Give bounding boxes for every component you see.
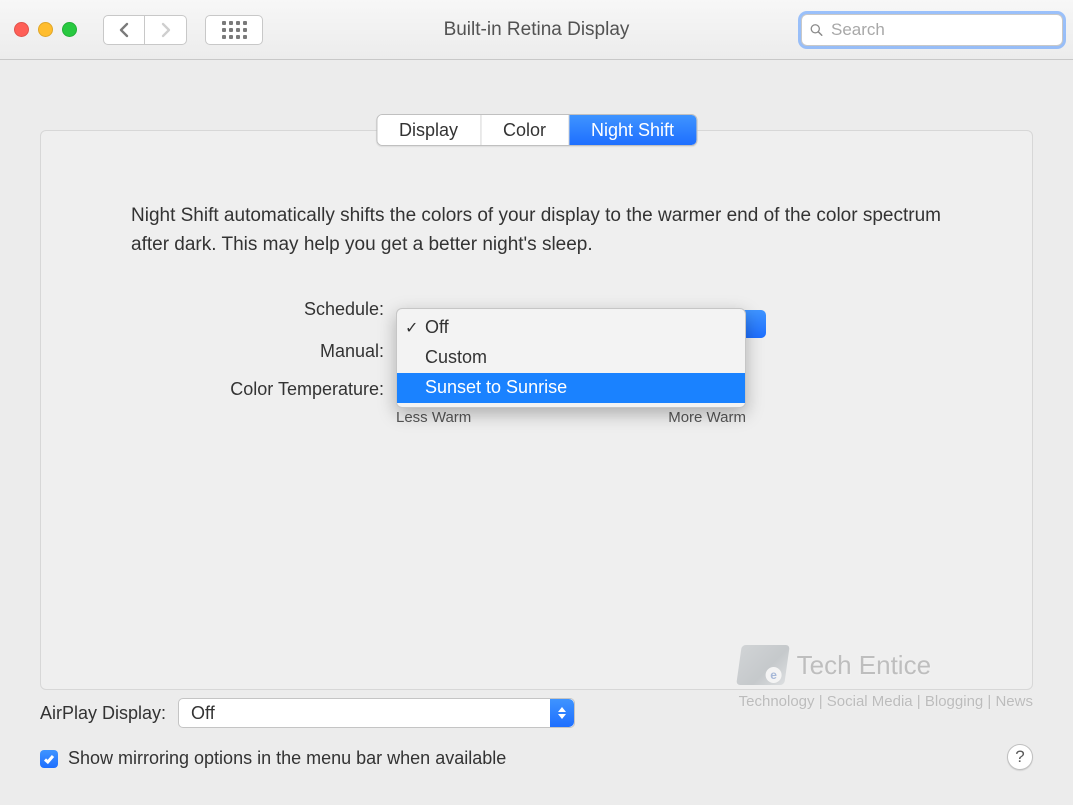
mirroring-checkbox-row: Show mirroring options in the menu bar w… <box>40 748 1033 769</box>
schedule-label: Schedule: <box>171 299 396 320</box>
menu-item-custom[interactable]: Custom <box>397 343 745 373</box>
nav-buttons <box>103 15 187 45</box>
settings-panel: Display Color Night Shift Night Shift au… <box>40 130 1033 690</box>
menu-item-sunset-sunrise[interactable]: Sunset to Sunrise <box>397 373 745 403</box>
checkmark-icon <box>43 753 55 765</box>
manual-label: Manual: <box>171 341 396 362</box>
chevron-right-icon <box>160 22 172 38</box>
mirroring-checkbox[interactable] <box>40 750 58 768</box>
airplay-select[interactable]: Off <box>178 698 575 728</box>
select-stepper-icon <box>550 699 574 727</box>
tab-display[interactable]: Display <box>377 115 481 145</box>
toolbar: Built-in Retina Display <box>0 0 1073 60</box>
chevron-left-icon <box>118 22 130 38</box>
close-window-button[interactable] <box>14 22 29 37</box>
back-button[interactable] <box>103 15 145 45</box>
forward-button[interactable] <box>145 15 187 45</box>
grid-icon <box>222 21 247 39</box>
help-icon: ? <box>1015 747 1024 767</box>
minimize-window-button[interactable] <box>38 22 53 37</box>
schedule-dropdown-menu: ✓ Off Custom Sunset to Sunrise <box>396 308 746 408</box>
color-temp-label: Color Temperature: <box>171 379 396 400</box>
show-all-button[interactable] <box>205 15 263 45</box>
zoom-window-button[interactable] <box>62 22 77 37</box>
tab-control: Display Color Night Shift <box>376 114 697 146</box>
slider-label-less: Less Warm <box>396 409 471 426</box>
form-rows: Schedule: ✓ Off Custom Sunset to Sunrise <box>171 295 891 419</box>
airplay-label: AirPlay Display: <box>40 703 166 724</box>
checkmark-icon: ✓ <box>405 318 418 338</box>
tab-night-shift[interactable]: Night Shift <box>569 115 696 145</box>
tab-color[interactable]: Color <box>481 115 569 145</box>
schedule-dropdown-stepper[interactable] <box>744 310 766 338</box>
footer: AirPlay Display: Off Show mirroring opti… <box>40 698 1033 769</box>
menu-item-label: Custom <box>425 347 487 368</box>
menu-item-label: Sunset to Sunrise <box>425 377 567 398</box>
airplay-row: AirPlay Display: Off <box>40 698 1033 728</box>
slider-label-more: More Warm <box>668 409 746 426</box>
help-button[interactable]: ? <box>1007 744 1033 770</box>
schedule-row: Schedule: ✓ Off Custom Sunset to Sunrise <box>171 295 891 325</box>
search-field[interactable] <box>801 14 1063 46</box>
menu-item-label: Off <box>425 317 449 338</box>
airplay-value: Off <box>191 703 215 724</box>
mirroring-label: Show mirroring options in the menu bar w… <box>68 748 506 769</box>
menu-item-off[interactable]: ✓ Off <box>397 313 745 343</box>
window-controls <box>14 22 77 37</box>
search-icon <box>810 22 823 38</box>
search-input[interactable] <box>829 19 1054 41</box>
night-shift-description: Night Shift automatically shifts the col… <box>131 201 942 260</box>
slider-labels: Less Warm More Warm <box>396 409 746 426</box>
